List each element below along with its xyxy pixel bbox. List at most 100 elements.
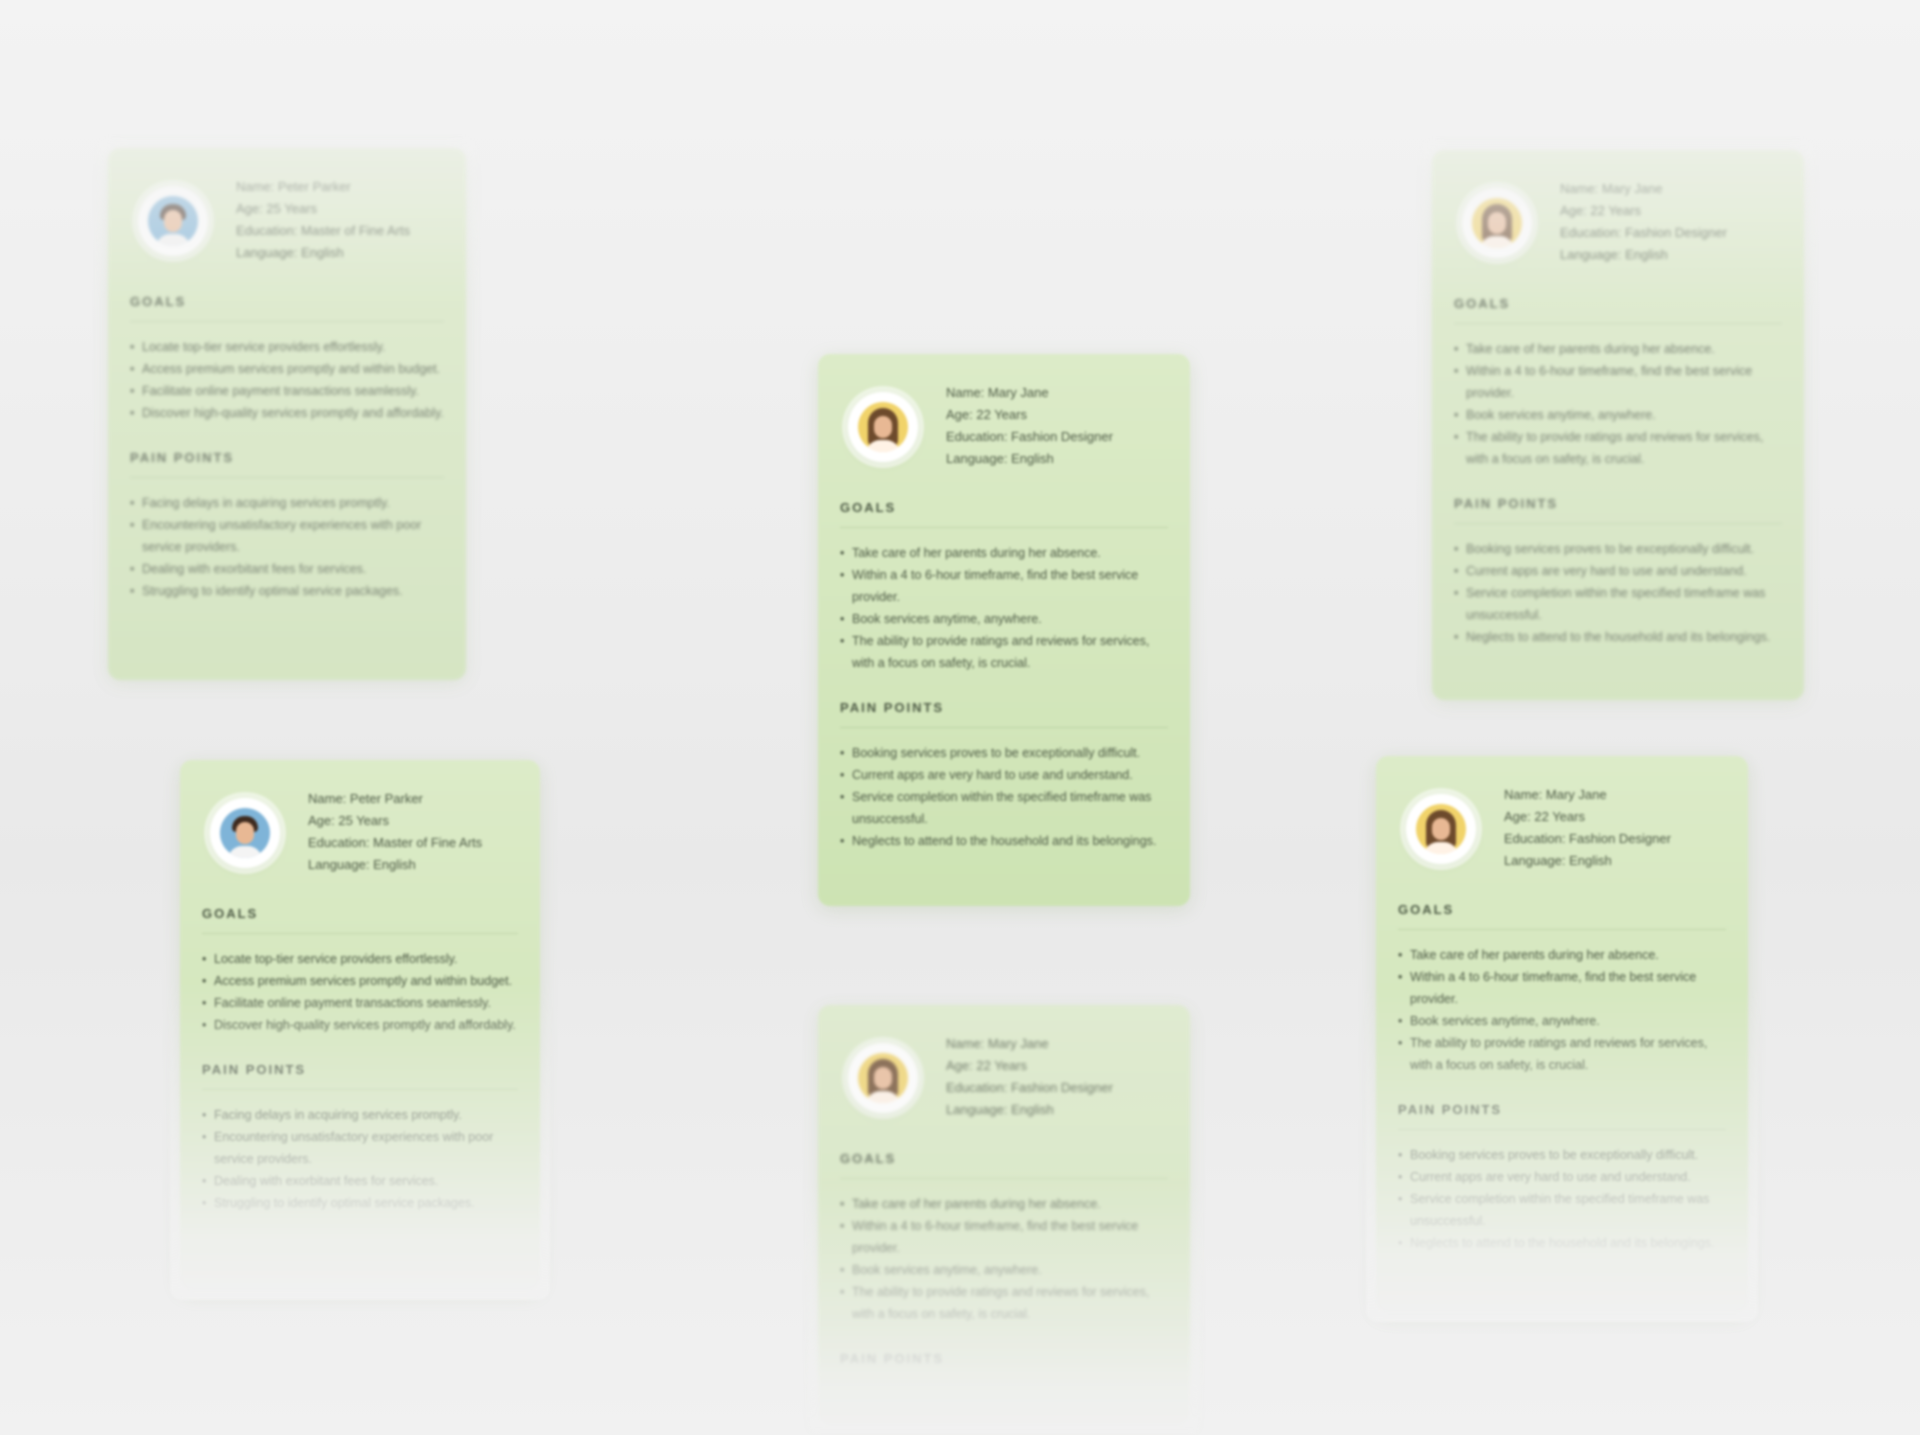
persona-language: Language: English (236, 245, 344, 260)
persona-age: Age: 22 Years (1504, 809, 1585, 824)
pain-point-item: Booking services proves to be exceptiona… (1398, 1144, 1726, 1166)
goal-item: Discover high-quality services promptly … (130, 402, 444, 424)
persona-age: Age: 22 Years (946, 407, 1027, 422)
persona-education: Education: Fashion Designer (1504, 831, 1671, 846)
persona-name: Name: Mary Jane (946, 385, 1049, 400)
goal-item: Facilitate online payment transactions s… (202, 992, 518, 1014)
persona-age: Age: 25 Years (308, 813, 389, 828)
avatar (848, 392, 918, 462)
pain-points-title: PAIN POINTS (130, 450, 235, 465)
pain-point-item: Booking services proves to be exceptiona… (1454, 538, 1782, 560)
pain-point-item: Current apps are very hard to use and un… (840, 764, 1168, 786)
pain-point-item: Neglects to attend to the household and … (1398, 1232, 1726, 1254)
goal-item: Access premium services promptly and wit… (202, 970, 518, 992)
pain-point-item: Dealing with exorbitant fees for service… (130, 558, 444, 580)
goal-item: Access premium services promptly and wit… (130, 358, 444, 380)
divider (130, 321, 444, 322)
goal-item: Within a 4 to 6-hour timeframe, find the… (840, 1215, 1168, 1259)
persona-card: Name: Peter Parker Age: 25 Years Educati… (170, 760, 550, 1300)
pain-points-list: Facing delays in acquiring services prom… (130, 492, 444, 602)
persona-card: Name: Mary Jane Age: 22 Years Education:… (1422, 140, 1814, 700)
persona-header: Name: Peter Parker Age: 25 Years Educati… (130, 179, 444, 264)
pain-points-list: Booking services proves to be exceptiona… (1398, 1144, 1726, 1254)
goal-item: The ability to provide ratings and revie… (840, 1281, 1168, 1325)
persona-info: Name: Mary Jane Age: 22 Years Education:… (1560, 178, 1727, 266)
persona-info: Name: Peter Parker Age: 25 Years Educati… (236, 176, 410, 264)
goals-list: Locate top-tier service providers effort… (130, 336, 444, 424)
persona-language: Language: English (308, 857, 416, 872)
pain-point-item: Neglects to attend to the household and … (1454, 626, 1782, 648)
persona-board: Name: Peter Parker Age: 25 Years Educati… (0, 0, 1920, 1435)
goal-item: Book services anytime, anywhere. (840, 608, 1168, 630)
goal-item: Take care of her parents during her abse… (840, 1193, 1168, 1215)
persona-language: Language: English (946, 451, 1054, 466)
goal-item: Take care of her parents during her abse… (840, 542, 1168, 564)
persona-age: Age: 22 Years (1560, 203, 1641, 218)
pain-points-title: PAIN POINTS (1454, 496, 1559, 511)
persona-info: Name: Mary Jane Age: 22 Years Education:… (946, 1033, 1113, 1121)
persona-language: Language: English (1560, 247, 1668, 262)
persona-info: Name: Peter Parker Age: 25 Years Educati… (308, 788, 482, 876)
persona-education: Education: Master of Fine Arts (236, 223, 411, 238)
goals-list: Take care of her parents during her abse… (840, 542, 1168, 674)
pain-point-item: Current apps are very hard to use and un… (1454, 560, 1782, 582)
goal-item: Within a 4 to 6-hour timeframe, find the… (1398, 966, 1726, 1010)
pain-point-item: Neglects to attend to the household and … (840, 830, 1168, 852)
persona-card: Name: Mary Jane Age: 22 Years Education:… (1366, 756, 1758, 1322)
persona-education: Education: Fashion Designer (1560, 225, 1727, 240)
goal-item: Book services anytime, anywhere. (840, 1259, 1168, 1281)
pain-points-list: Booking services proves to be exceptiona… (1454, 538, 1782, 648)
persona-education: Education: Fashion Designer (946, 1080, 1113, 1095)
goal-item: Book services anytime, anywhere. (1454, 404, 1782, 426)
pain-point-item: Encountering unsatisfactory experiences … (202, 1126, 518, 1170)
goal-item: The ability to provide ratings and revie… (1398, 1032, 1726, 1076)
goal-item: Take care of her parents during her abse… (1398, 944, 1726, 966)
persona-card: Name: Mary Jane Age: 22 Years Education:… (818, 354, 1190, 906)
avatar (210, 798, 280, 868)
pain-point-item: Struggling to identify optimal service p… (130, 580, 444, 602)
persona-info: Name: Mary Jane Age: 22 Years Education:… (1504, 784, 1671, 872)
goals-list: Take care of her parents during her abse… (840, 1193, 1168, 1325)
goal-item: Within a 4 to 6-hour timeframe, find the… (1454, 360, 1782, 404)
goal-item: Locate top-tier service providers effort… (130, 336, 444, 358)
divider (1454, 523, 1782, 524)
goals-title: GOALS (130, 294, 187, 309)
persona-header: Name: Mary Jane Age: 22 Years Education:… (840, 385, 1168, 470)
goal-item: The ability to provide ratings and revie… (840, 630, 1168, 674)
avatar (138, 186, 208, 256)
goal-item: Within a 4 to 6-hour timeframe, find the… (840, 564, 1168, 608)
divider (202, 933, 518, 934)
avatar (1462, 188, 1532, 258)
persona-name: Name: Mary Jane (1560, 181, 1663, 196)
goals-list: Locate top-tier service providers effort… (202, 948, 518, 1036)
divider (840, 727, 1168, 728)
persona-info: Name: Mary Jane Age: 22 Years Education:… (946, 382, 1113, 470)
goals-list: Take care of her parents during her abse… (1398, 944, 1726, 1076)
persona-education: Education: Master of Fine Arts (308, 835, 483, 850)
pain-point-item: Service completion within the specified … (840, 786, 1168, 830)
divider (1398, 929, 1726, 930)
avatar (848, 1043, 918, 1113)
goal-item: Locate top-tier service providers effort… (202, 948, 518, 970)
divider (202, 1089, 518, 1090)
goals-title: GOALS (202, 906, 259, 921)
divider (130, 477, 444, 478)
persona-age: Age: 25 Years (236, 201, 317, 216)
pain-point-item: Service completion within the specified … (1454, 582, 1782, 626)
goals-title: GOALS (1398, 902, 1455, 917)
pain-points-list: Booking services proves to be exceptiona… (840, 742, 1168, 852)
persona-language: Language: English (946, 1102, 1054, 1117)
pain-point-item: Service completion within the specified … (1398, 1188, 1726, 1232)
persona-name: Name: Peter Parker (308, 791, 423, 806)
goals-title: GOALS (1454, 296, 1511, 311)
divider (1454, 323, 1782, 324)
pain-points-title: PAIN POINTS (840, 1351, 945, 1366)
goal-item: Take care of her parents during her abse… (1454, 338, 1782, 360)
pain-point-item: Booking services proves to be exceptiona… (840, 742, 1168, 764)
persona-header: Name: Mary Jane Age: 22 Years Education:… (840, 1036, 1168, 1121)
divider (1398, 1129, 1726, 1130)
pain-point-item: Facing delays in acquiring services prom… (130, 492, 444, 514)
goal-item: Book services anytime, anywhere. (1398, 1010, 1726, 1032)
goal-item: Discover high-quality services promptly … (202, 1014, 518, 1036)
pain-points-title: PAIN POINTS (202, 1062, 307, 1077)
